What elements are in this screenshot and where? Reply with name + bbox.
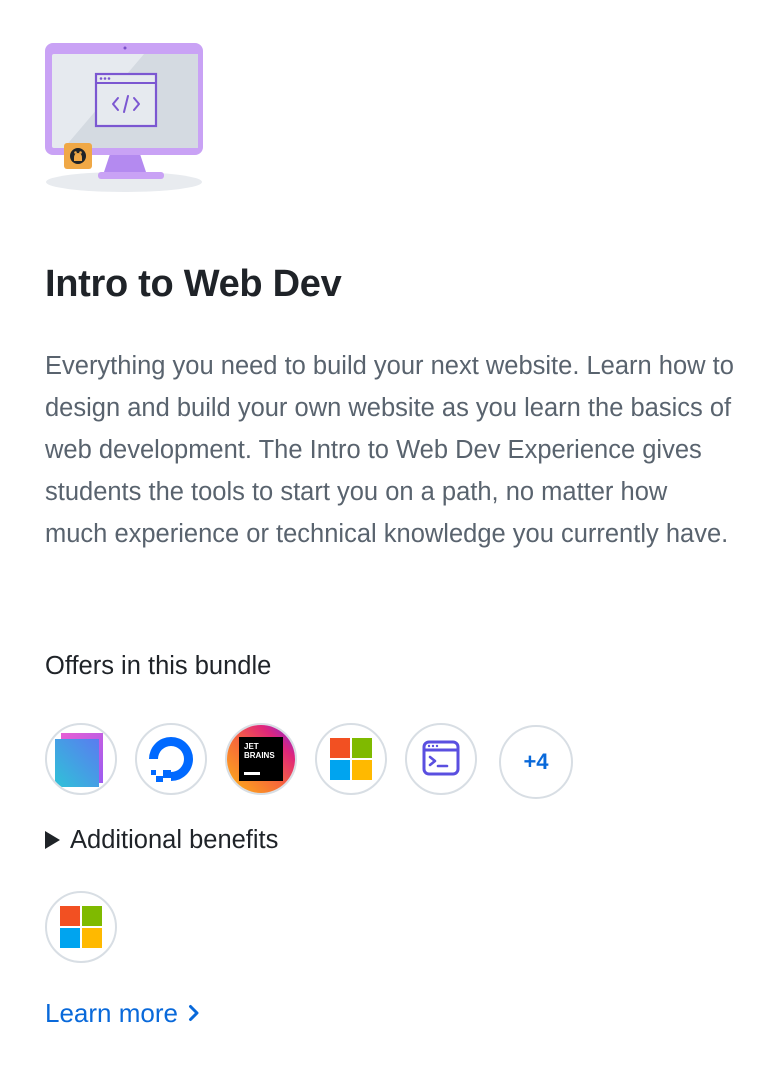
offer-jetbrains[interactable]: JET BRAINS — [225, 723, 297, 795]
benefits-list — [45, 891, 117, 963]
learn-more-label: Learn more — [45, 998, 178, 1028]
bundle-description: Everything you need to build your next w… — [45, 352, 734, 548]
more-offers-count: +4 — [523, 749, 549, 774]
disclosure-triangle-icon — [45, 831, 60, 849]
benefit-microsoft[interactable] — [45, 891, 117, 963]
offers-list: JET BRAINS +4 — [45, 719, 573, 799]
jetbrains-icon: JETBRAINS — [227, 725, 295, 793]
offer-microsoft[interactable] — [315, 723, 387, 795]
jetbrains-logo-text-1: JET — [244, 742, 259, 751]
microsoft-icon — [330, 738, 372, 780]
microsoft-icon — [60, 906, 102, 948]
offer-terminal-tool[interactable] — [405, 723, 477, 795]
additional-benefits-label: Additional benefits — [70, 826, 279, 854]
terminal-window-icon — [422, 740, 460, 776]
offers-heading: Offers in this bundle — [45, 652, 272, 680]
monitor-illustration — [44, 42, 206, 194]
bundle-title: Intro to Web Dev — [45, 263, 342, 305]
jetbrains-logo-text-2: BRAINS — [244, 751, 275, 760]
gradient-layers-icon — [55, 733, 103, 787]
offer-gradient-layers[interactable] — [45, 723, 117, 795]
bundle-card: Intro to Web Dev Everything you need to … — [0, 0, 778, 1076]
additional-benefits-toggle[interactable]: Additional benefits — [45, 822, 278, 858]
chevron-right-icon — [188, 1005, 199, 1021]
offer-digitalocean[interactable] — [135, 723, 207, 795]
digitalocean-icon — [149, 737, 193, 782]
learn-more-link[interactable]: Learn more — [45, 995, 200, 1031]
more-offers-button[interactable]: +4 — [499, 725, 573, 799]
